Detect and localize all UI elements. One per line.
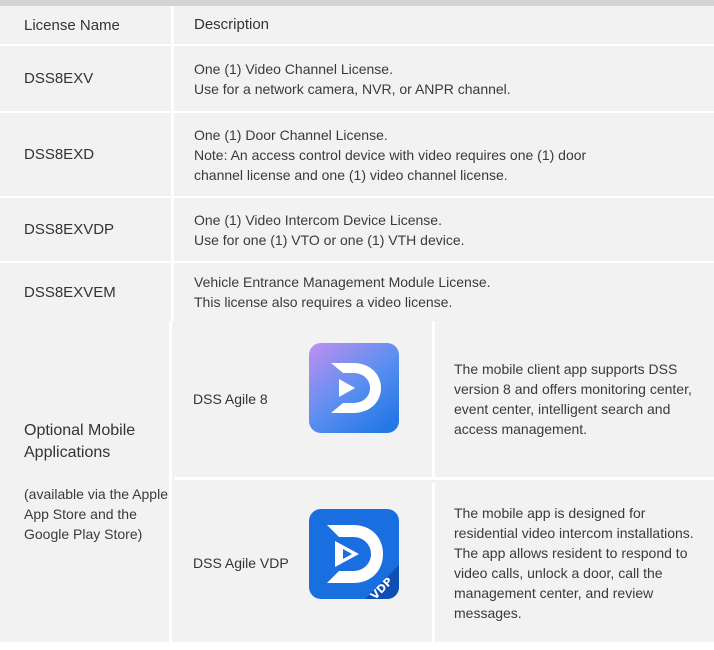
license-name: DSS8EXVEM [0, 263, 174, 321]
license-name: DSS8EXD [0, 113, 174, 196]
table-row: DSS8EXV One (1) Video Channel License. U… [0, 46, 714, 113]
app-row-dss-agile-vdp: DSS Agile VDP VDP The mobile app is desi… [175, 483, 714, 642]
column-divider [432, 321, 435, 477]
app-description: The mobile client app supports DSS versi… [454, 361, 692, 437]
app-description: The mobile app is designed for residenti… [454, 504, 694, 621]
app-name: DSS Agile 8 [193, 391, 268, 407]
license-name: DSS8EXVDP [0, 198, 174, 261]
table-row: DSS8EXVEM Vehicle Entrance Management Mo… [0, 263, 714, 323]
license-name: DSS8EXV [0, 46, 174, 111]
description-line: One (1) Door Channel License. [194, 126, 388, 143]
license-description: One (1) Video Channel License. Use for a… [174, 46, 714, 111]
description-line: This license also requires a video licen… [194, 294, 453, 310]
dss-agile-8-logo-icon [309, 343, 399, 433]
apps-section-label: Optional Mobile Applications (available … [0, 321, 172, 642]
column-divider [432, 483, 435, 642]
mobile-apps-table: Optional Mobile Applications (available … [0, 321, 714, 642]
header-license-name: License Name [0, 6, 174, 44]
description-line: Vehicle Entrance Management Module Licen… [194, 274, 491, 290]
description-line: One (1) Video Channel License. [194, 60, 393, 77]
license-table-header: License Name Description [0, 6, 714, 46]
license-description: Vehicle Entrance Management Module Licen… [174, 263, 714, 321]
license-description: One (1) Door Channel License. Note: An a… [174, 113, 714, 196]
license-description: One (1) Video Intercom Device License. U… [174, 198, 714, 261]
dss-agile-vdp-logo-icon: VDP [309, 509, 399, 599]
apps-title: Optional Mobile Applications [24, 421, 136, 461]
license-table: License Name Description DSS8EXV One (1)… [0, 6, 714, 323]
app-name: DSS Agile VDP [193, 554, 289, 571]
apps-subtitle: (available via the Apple App Store and t… [24, 485, 168, 542]
description-line: One (1) Video Intercom Device License. [194, 211, 442, 228]
description-line: Use for one (1) VTO or one (1) VTH devic… [194, 231, 465, 248]
description-line: Note: An access control device with vide… [194, 146, 587, 163]
description-line: channel license and one (1) video channe… [194, 166, 508, 183]
header-description: Description [194, 16, 270, 33]
description-line: Use for a network camera, NVR, or ANPR c… [194, 80, 511, 97]
app-row-dss-agile-8: DSS Agile 8 The mobile client app suppor… [175, 321, 714, 480]
table-row: DSS8EXD One (1) Door Channel License. No… [0, 113, 714, 198]
table-row: DSS8EXVDP One (1) Video Intercom Device … [0, 198, 714, 263]
